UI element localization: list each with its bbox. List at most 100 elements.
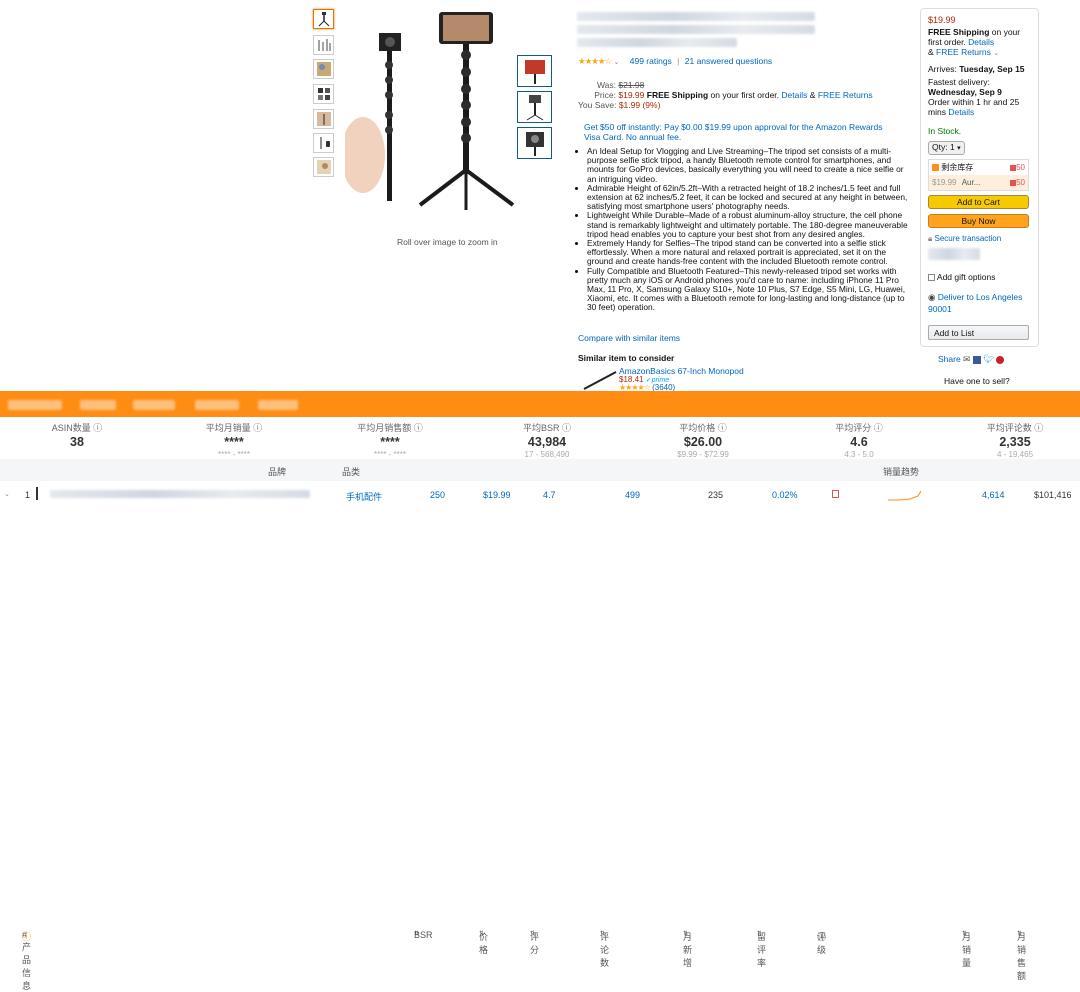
was-price: $21.98 bbox=[618, 80, 645, 90]
checkbox[interactable] bbox=[928, 274, 935, 282]
stock-label: 剩余库存 bbox=[941, 163, 974, 172]
stat-avg-bsr: 平均BSR ⓘ 43,984 17 - 568,490 bbox=[482, 421, 612, 459]
order-details-link[interactable]: Details bbox=[948, 107, 974, 117]
compare-link[interactable]: Compare with similar items bbox=[578, 333, 680, 343]
add-to-list-button[interactable]: Add to List bbox=[928, 325, 1029, 340]
sell-prompt: Have one to sell? bbox=[944, 376, 1010, 386]
tripod-product-icon bbox=[341, 12, 515, 210]
share-link[interactable]: Share bbox=[938, 354, 961, 364]
info-icon[interactable]: ⓘ bbox=[93, 423, 102, 433]
you-save-value: $1.99 (9%) bbox=[618, 100, 661, 110]
free-shipping-label: FREE Shipping bbox=[646, 90, 709, 100]
email-icon[interactable]: ✉ bbox=[963, 354, 970, 364]
seller-name[interactable]: Aur... bbox=[962, 178, 981, 187]
col-label: 月销售额 bbox=[1017, 932, 1027, 981]
stat-value: 4.6 bbox=[850, 435, 868, 449]
buybox-price: $19.99 bbox=[928, 15, 956, 25]
variant-thumb-1[interactable] bbox=[517, 55, 552, 87]
stat-value: $26.00 bbox=[683, 435, 723, 449]
variant-thumb-2[interactable] bbox=[517, 91, 552, 123]
secure-transaction[interactable]: 🔒︎ Secure transaction bbox=[928, 234, 1001, 244]
col-brand[interactable]: 品牌 bbox=[268, 465, 286, 478]
tripod-variant-icon bbox=[525, 132, 544, 156]
buy-now-button[interactable]: Buy Now bbox=[928, 214, 1029, 228]
buybox-free-returns-link[interactable]: FREE Returns bbox=[936, 47, 991, 57]
stat-avg-price: 平均价格 ⓘ $26.00 $9.99 - $72.99 bbox=[638, 421, 768, 459]
outdoor-photo-icon bbox=[316, 62, 331, 76]
shipping-details-link[interactable]: Details bbox=[781, 90, 807, 100]
info-icon[interactable]: ⓘ bbox=[1034, 423, 1043, 433]
rating-row: ★★★★☆ ⌄ 499 ratings | 21 answered questi… bbox=[578, 56, 773, 66]
col-category[interactable]: 品类 bbox=[342, 465, 360, 478]
facebook-icon[interactable] bbox=[972, 355, 981, 364]
thumbnail-6[interactable] bbox=[313, 133, 334, 153]
quantity-select[interactable]: Qty: 1 ▾ bbox=[928, 141, 965, 155]
stat-range: 4 - 19,465 bbox=[996, 450, 1034, 459]
row-monthly-revenue: $101,416 bbox=[1034, 490, 1072, 500]
price-value: $19.99 bbox=[618, 90, 645, 100]
pinterest-icon[interactable] bbox=[996, 355, 1005, 364]
row-thumbnail-icon[interactable] bbox=[36, 487, 45, 500]
star-rating-icon[interactable]: ★★★★☆ bbox=[578, 56, 612, 66]
fastest-date: Wednesday, Sep 9 bbox=[928, 87, 1002, 97]
gift-option[interactable]: Add gift options bbox=[928, 272, 996, 282]
sort-icon: ⇅ bbox=[1017, 931, 1023, 937]
free-returns-link[interactable]: FREE Returns bbox=[818, 90, 873, 100]
price-block: Was: $21.98 Price: $19.99 FREE Shipping … bbox=[578, 80, 873, 110]
gift-label: Add gift options bbox=[936, 272, 996, 282]
accessories-icon bbox=[317, 88, 330, 100]
fastest-label: Fastest delivery: bbox=[928, 77, 990, 87]
stat-range: $9.99 - $72.99 bbox=[677, 450, 729, 459]
row-bsr: 250 bbox=[430, 490, 446, 500]
main-product-image[interactable] bbox=[341, 5, 515, 230]
row-index: 1 bbox=[25, 490, 31, 500]
buybox-details-link[interactable]: Details bbox=[968, 37, 994, 47]
sort-icon: ⇅ bbox=[757, 931, 763, 937]
chevron-down-icon[interactable]: ⌄ bbox=[613, 59, 619, 66]
deliver-to[interactable]: ◉ Deliver to Los Angeles 90001 bbox=[928, 291, 1033, 315]
info-icon[interactable]: ⓘ bbox=[562, 423, 571, 433]
stock-count: 50 bbox=[1016, 163, 1025, 172]
thumbnail-2[interactable] bbox=[313, 35, 334, 55]
info-icon[interactable]: ⓘ bbox=[874, 423, 883, 433]
arrives-label: Arrives: bbox=[928, 64, 957, 74]
thumbnail-4[interactable] bbox=[313, 84, 334, 104]
thumbnail-3[interactable] bbox=[313, 59, 334, 79]
bullet-item: Extremely Handy for Selfies–The tripod s… bbox=[587, 238, 908, 267]
arrives-date: Tuesday, Sep 15 bbox=[959, 64, 1025, 74]
chevron-down-icon[interactable]: ⌄ bbox=[993, 50, 999, 57]
thumbnail-1[interactable] bbox=[313, 9, 334, 29]
product-title-redacted bbox=[577, 38, 737, 47]
add-to-list-label: Add to List bbox=[934, 328, 975, 338]
remote-icon bbox=[320, 137, 330, 149]
tripod-variant-icon bbox=[526, 95, 543, 121]
add-to-cart-button[interactable]: Add to Cart bbox=[928, 195, 1029, 209]
stat-range: 17 - 568,490 bbox=[524, 450, 570, 459]
thumbnail-5[interactable] bbox=[313, 109, 334, 129]
stat-label: 平均价格 bbox=[679, 423, 716, 433]
info-icon[interactable]: ⓘ bbox=[253, 423, 262, 433]
info-icon[interactable]: ⓘ bbox=[414, 423, 423, 433]
twitter-icon[interactable]: 🐦︎ bbox=[983, 354, 994, 364]
stat-value: **** bbox=[224, 435, 244, 449]
stat-avg-revenue: 平均月销售额 ⓘ **** **** - **** bbox=[325, 421, 455, 459]
variant-thumb-3[interactable] bbox=[517, 127, 552, 159]
ratings-link[interactable]: 499 ratings bbox=[630, 56, 672, 66]
visa-promo[interactable]: Get $50 off instantly: Pay $0.00 $19.99 … bbox=[584, 122, 884, 142]
tripod-thumb-icon bbox=[318, 12, 329, 27]
plugin-header-bar bbox=[0, 391, 1080, 417]
info-icon[interactable]: ⓘ bbox=[718, 423, 727, 433]
answered-questions-link[interactable]: 21 answered questions bbox=[685, 56, 772, 66]
sort-icon: ⇅ bbox=[530, 931, 536, 937]
stat-avg-sales: 平均月销量 ⓘ **** **** - **** bbox=[169, 421, 299, 459]
stat-value: 2,335 bbox=[999, 435, 1031, 449]
redacted-block bbox=[928, 248, 980, 260]
redacted-block bbox=[258, 400, 298, 410]
sort-icon: ⇅ bbox=[962, 931, 968, 937]
thumbnail-7[interactable] bbox=[313, 157, 334, 177]
stock-widget: 剩余库存 50 $19.99 Aur... 50 bbox=[928, 159, 1029, 191]
share-row: Share ✉ 🐦︎ bbox=[938, 354, 1005, 365]
expand-icon[interactable]: ⌄ bbox=[4, 490, 10, 498]
row-category[interactable]: 手机配件 bbox=[346, 490, 382, 503]
shipping-text: on your first order. bbox=[710, 90, 780, 100]
